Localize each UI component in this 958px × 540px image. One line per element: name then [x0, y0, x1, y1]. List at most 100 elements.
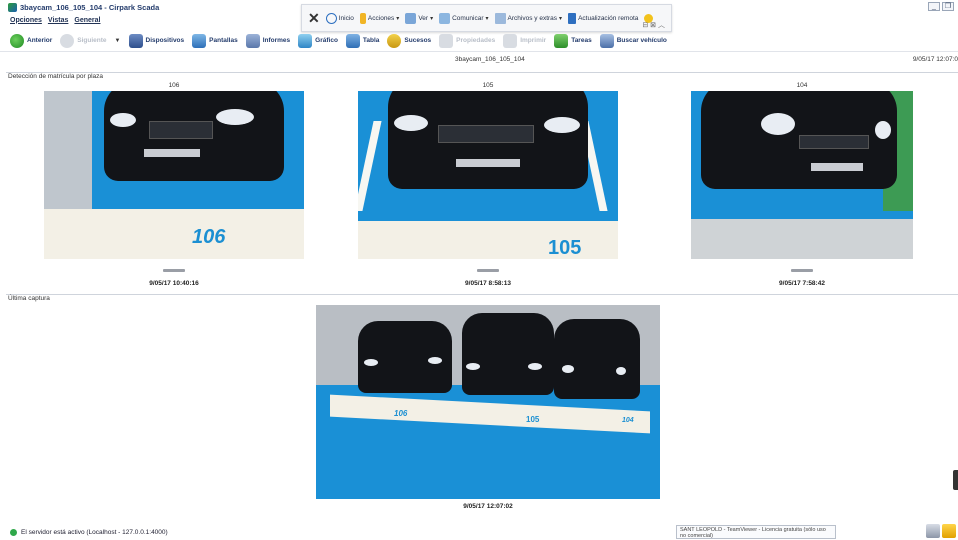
forward-arrow-icon	[60, 33, 75, 48]
headlight	[875, 121, 891, 139]
headlight	[528, 363, 542, 370]
print-icon	[503, 33, 518, 48]
app-icon	[8, 2, 17, 12]
plate-reading	[163, 269, 185, 272]
tasks-icon	[554, 33, 569, 48]
menu-vistas[interactable]: Vistas	[48, 17, 69, 24]
tv-actualizacion[interactable]: Actualización remota	[568, 12, 638, 24]
headlight	[616, 367, 626, 375]
window-title: 3baycam_106_105_104 - Cirpark Scada	[20, 2, 160, 12]
headlight	[216, 109, 254, 125]
devices-icon	[128, 33, 143, 48]
plate-detection-section: Detección de matrícula por plaza 106 106…	[6, 72, 958, 294]
next-button[interactable]: Siguiente	[60, 33, 107, 48]
history-dropdown-icon[interactable]: ▼	[115, 38, 121, 44]
table-button[interactable]: Tabla	[345, 33, 379, 48]
floor-number: 105	[548, 237, 582, 259]
floor-number: 106	[192, 226, 226, 248]
back-button[interactable]: Anterior	[10, 33, 52, 48]
tv-acciones[interactable]: Acciones ▾	[359, 12, 399, 24]
table-icon	[345, 33, 360, 48]
menu-general[interactable]: General	[74, 17, 100, 24]
search-vehicle-icon	[599, 33, 614, 48]
headlight	[761, 113, 795, 135]
tv-inicio[interactable]: Inicio	[325, 12, 354, 24]
properties-icon	[439, 33, 454, 48]
license-plate	[144, 149, 200, 157]
teamviewer-license-notice: SANT LEOPOLD - TeamViewer - Licencia gra…	[676, 525, 836, 539]
last-capture: 106 105 104 9/05/17 12:07:02	[316, 305, 660, 510]
place-number: 106	[168, 82, 180, 89]
headlight	[394, 115, 428, 131]
last-capture-section: Última captura 106 105 104 9/05/17 12:07…	[6, 294, 958, 516]
place-105: 105 105 9/05/17 8:58:13	[358, 82, 618, 287]
minimize-icon[interactable]: _	[928, 2, 940, 11]
grille	[149, 121, 213, 139]
notes-icon[interactable]	[926, 524, 940, 538]
window-controls: _ ❐	[928, 2, 954, 11]
grille	[438, 125, 534, 143]
tv-archivos[interactable]: Archivos y extras ▾	[494, 12, 562, 24]
capture-date: 9/05/17 8:58:13	[465, 280, 511, 287]
properties-button[interactable]: Propiedades	[439, 33, 495, 48]
car-105	[462, 313, 554, 395]
home-icon	[325, 12, 337, 24]
tv-comunicar[interactable]: Comunicar ▾	[439, 12, 489, 24]
license-plate	[456, 159, 520, 167]
place-104: 104 9/05/17 7:58:42	[691, 82, 913, 287]
place-number: 105	[482, 82, 494, 89]
current-timestamp: 9/05/17 12:07:0	[912, 56, 958, 63]
actions-icon	[359, 12, 366, 24]
close-icon[interactable]: ✕	[308, 11, 320, 25]
restore-icon[interactable]: ❐	[942, 2, 954, 11]
reports-button[interactable]: Informes	[245, 33, 290, 48]
headlight	[466, 363, 480, 370]
section-title: Detección de matrícula por plaza	[8, 73, 104, 80]
warning-icon[interactable]	[942, 524, 956, 538]
events-button[interactable]: Sucesos	[387, 33, 431, 48]
headlight	[428, 357, 442, 364]
screens-button[interactable]: Pantallas	[192, 33, 238, 48]
tv-ver[interactable]: Ver ▾	[405, 12, 433, 24]
car-104	[554, 319, 640, 399]
graph-icon	[298, 33, 313, 48]
main-toolbar: Anterior Siguiente ▼ Dispositivos Pantal…	[0, 30, 958, 52]
floor-band	[330, 394, 650, 434]
floor-number-104: 104	[622, 417, 634, 424]
print-button[interactable]: Imprimir	[503, 33, 546, 48]
graph-button[interactable]: Gráfico	[298, 33, 338, 48]
tasks-button[interactable]: Tareas	[554, 33, 592, 48]
view-icon	[405, 12, 417, 24]
headlight	[364, 359, 378, 366]
parking-line	[358, 121, 382, 211]
server-status-text: El servidor está activo (Localhost - 127…	[21, 528, 168, 536]
floor	[44, 209, 304, 259]
side-panel-handle[interactable]	[953, 470, 958, 490]
plate-reading	[791, 269, 813, 272]
teamviewer-toolbar: ✕ Inicio Acciones ▾ Ver ▾ Comunicar ▾ Archi…	[301, 4, 672, 32]
capture-date: 9/05/17 7:58:42	[779, 280, 825, 287]
place-photo[interactable]	[691, 91, 913, 259]
grille	[799, 135, 869, 149]
chat-icon	[439, 12, 451, 24]
place-photo[interactable]: 106	[44, 91, 304, 259]
headlight	[544, 117, 580, 133]
headlight	[110, 113, 136, 127]
search-vehicle-button[interactable]: Buscar vehículo	[599, 33, 667, 48]
camera-name: 3baycam_106_105_104	[455, 56, 525, 63]
capture-date: 9/05/17 10:40:16	[149, 280, 199, 287]
server-status-icon	[10, 528, 17, 536]
menu-opciones[interactable]: Opciones	[10, 17, 42, 24]
place-106: 106 106 9/05/17 10:40:16	[44, 82, 304, 287]
devices-button[interactable]: Dispositivos	[128, 33, 184, 48]
back-arrow-icon	[10, 33, 24, 48]
place-number: 104	[796, 82, 808, 89]
section-title: Última captura	[8, 295, 50, 302]
collapse-icon[interactable]: ⊟ ⊠ ︿	[642, 20, 665, 30]
last-capture-photo[interactable]: 106 105 104	[316, 305, 660, 499]
events-icon	[387, 33, 402, 48]
floor	[691, 219, 913, 259]
files-icon	[494, 12, 506, 24]
reports-icon	[245, 33, 260, 48]
place-photo[interactable]: 105	[358, 91, 618, 259]
